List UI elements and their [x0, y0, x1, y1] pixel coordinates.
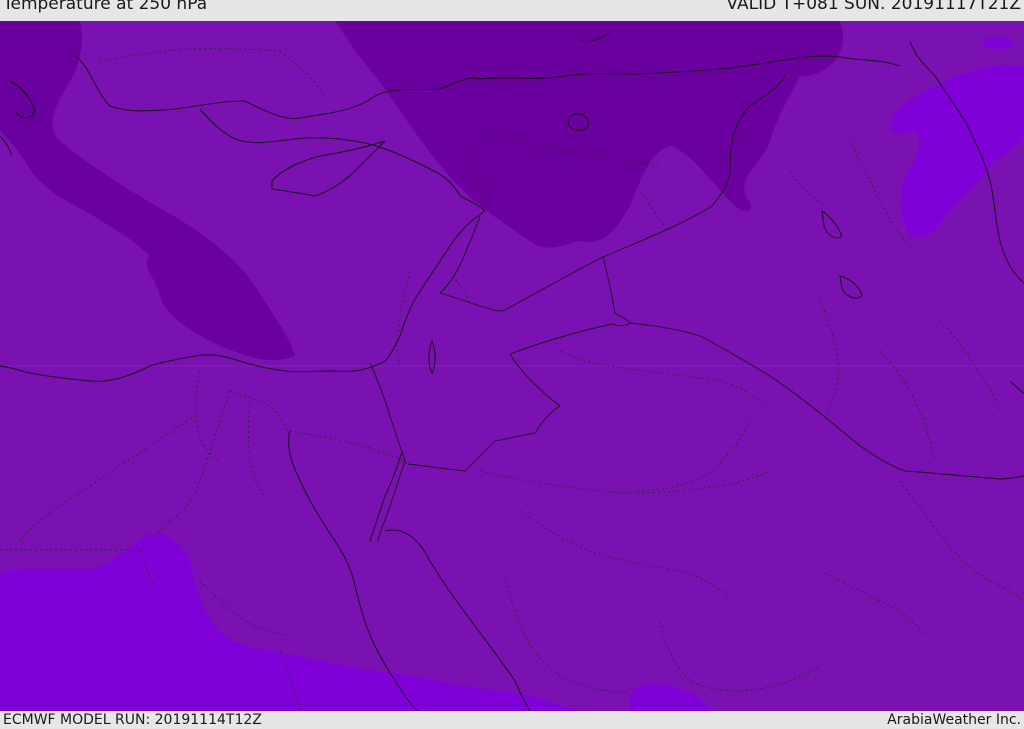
credit: ArabiaWeather Inc. — [887, 712, 1021, 728]
model-run: ECMWF MODEL RUN: 20191114T12Z — [3, 712, 262, 728]
map-title: Temperature at 250 hPa — [3, 0, 208, 14]
map-svg — [0, 21, 1024, 711]
temperature-band-warm-ne-spot — [982, 37, 1014, 49]
map-header: Temperature at 250 hPa VALID T+081 SUN. … — [0, 0, 1024, 21]
valid-time: VALID T+081 SUN. 20191117T21Z — [726, 0, 1021, 14]
map-canvas[interactable] — [0, 21, 1024, 711]
map-footer: ECMWF MODEL RUN: 20191114T12Z ArabiaWeat… — [0, 711, 1024, 729]
